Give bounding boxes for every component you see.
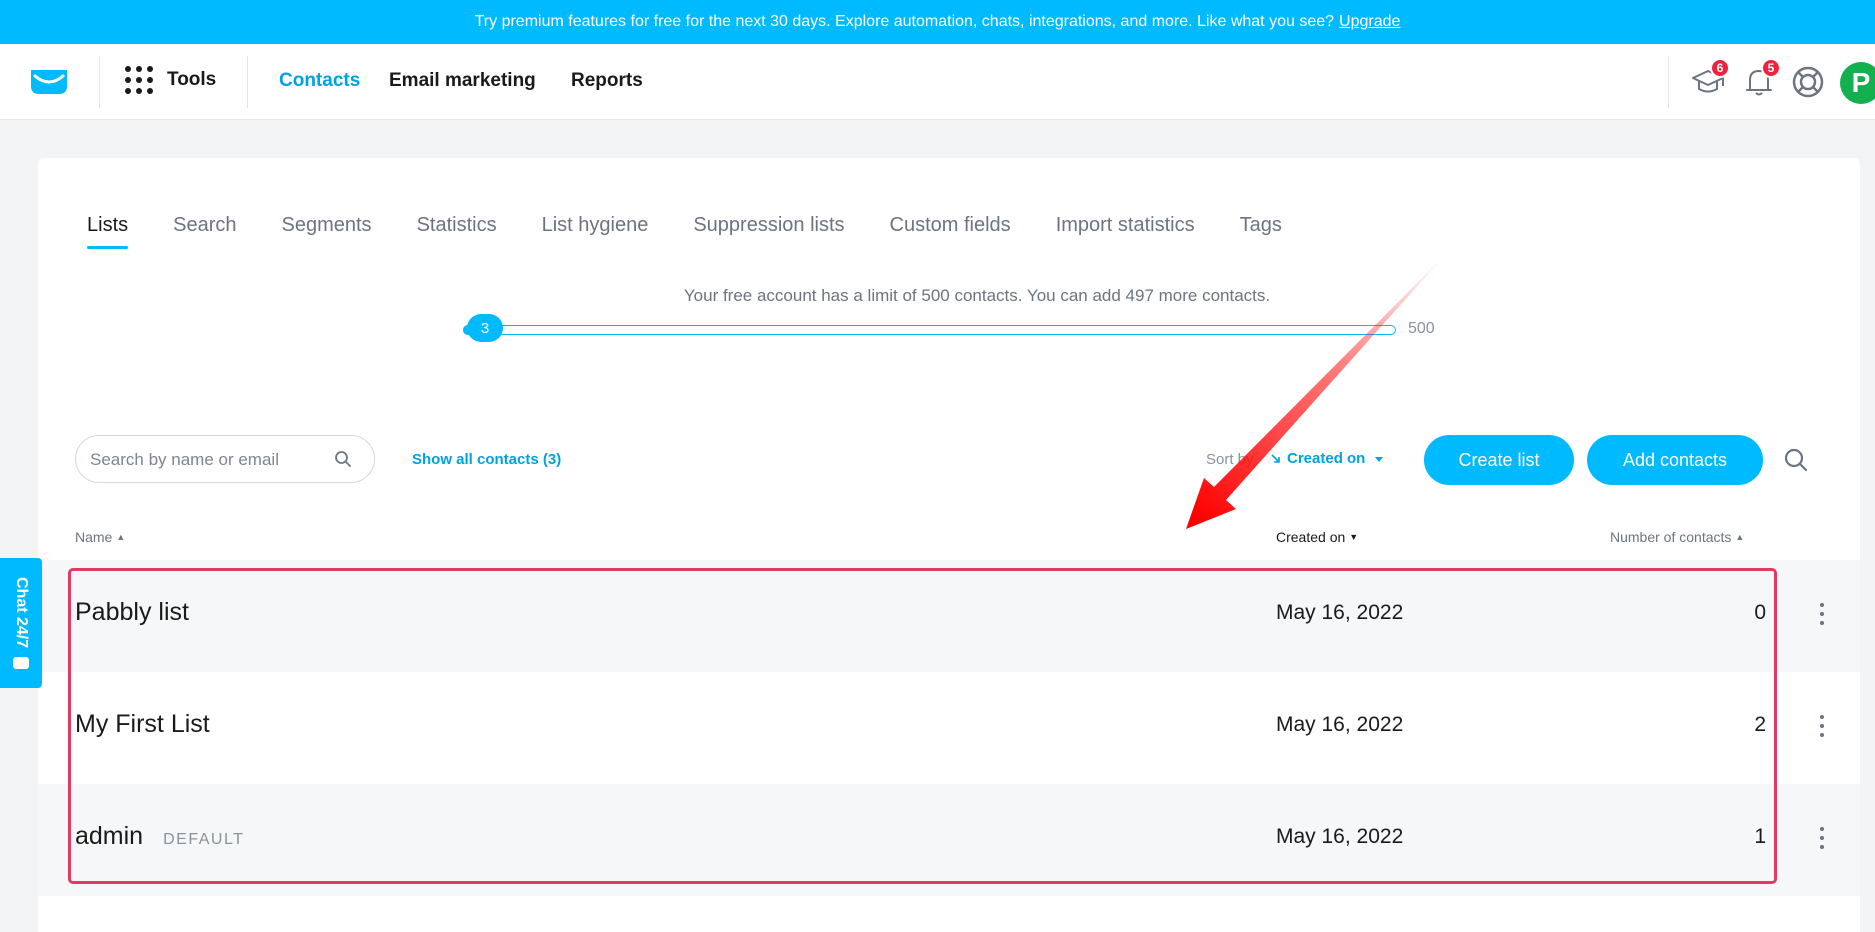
top-navigation: Tools Contacts Email marketing Reports 6… xyxy=(0,44,1875,120)
sort-direction-icon xyxy=(1271,453,1280,463)
nav-divider xyxy=(99,56,100,108)
nav-divider xyxy=(1668,56,1669,108)
chevron-down-icon xyxy=(1375,456,1384,462)
upgrade-link[interactable]: Upgrade xyxy=(1339,13,1400,31)
column-header-count[interactable]: Number of contacts ▲ xyxy=(1610,529,1744,545)
sort-up-icon: ▲ xyxy=(116,532,126,542)
nav-divider xyxy=(247,56,248,108)
table-row[interactable]: Pabbly list May 16, 2022 0 xyxy=(38,560,1860,672)
tab-search[interactable]: Search xyxy=(173,214,236,249)
nav-email-marketing[interactable]: Email marketing xyxy=(389,70,536,92)
tab-list-hygiene[interactable]: List hygiene xyxy=(542,214,649,249)
table-row[interactable]: My First List May 16, 2022 2 xyxy=(38,672,1860,784)
column-header-count-label: Number of contacts xyxy=(1610,529,1732,545)
contacts-card: Lists Search Segments Statistics List hy… xyxy=(38,158,1860,932)
promo-banner: Try premium features for free for the ne… xyxy=(0,0,1875,44)
list-name[interactable]: Pabbly list xyxy=(75,598,189,627)
academy-badge: 6 xyxy=(1710,58,1730,78)
create-list-button[interactable]: Create list xyxy=(1424,435,1574,485)
contacts-tabs: Lists Search Segments Statistics List hy… xyxy=(87,214,1327,249)
list-created-date: May 16, 2022 xyxy=(1276,825,1404,848)
tab-statistics[interactable]: Statistics xyxy=(417,214,497,249)
search-icon[interactable] xyxy=(1782,446,1810,474)
contact-limit-meter: 3 xyxy=(463,314,1396,342)
user-avatar[interactable]: P xyxy=(1840,62,1875,104)
chat-bubble-icon xyxy=(13,656,29,669)
meter-track xyxy=(463,325,1396,335)
row-menu-icon[interactable] xyxy=(1818,712,1826,740)
meter-max-value: 500 xyxy=(1408,320,1435,337)
list-name[interactable]: admin DEFAULT xyxy=(75,822,244,851)
list-search-input[interactable] xyxy=(90,448,320,472)
tab-lists[interactable]: Lists xyxy=(87,214,129,249)
sort-value-label: Created on xyxy=(1287,450,1366,467)
tools-menu[interactable]: Tools xyxy=(125,66,216,94)
table-row[interactable]: admin DEFAULT May 16, 2022 1 xyxy=(38,784,1860,896)
notifications-button[interactable]: 5 xyxy=(1741,58,1781,100)
getresponse-logo-icon[interactable] xyxy=(29,68,69,96)
list-contact-count: 0 xyxy=(1754,601,1766,624)
row-menu-icon[interactable] xyxy=(1818,824,1826,852)
tab-suppression-lists[interactable]: Suppression lists xyxy=(693,214,844,249)
search-icon[interactable] xyxy=(334,450,352,468)
list-search-box xyxy=(75,435,375,483)
list-name-label: My First List xyxy=(75,710,210,738)
sort-down-icon: ▼ xyxy=(1349,532,1359,542)
nav-contacts[interactable]: Contacts xyxy=(279,70,360,92)
default-tag: DEFAULT xyxy=(163,831,245,848)
sort-label: Sort by xyxy=(1206,451,1254,468)
academy-button[interactable]: 6 xyxy=(1690,58,1730,100)
tab-segments[interactable]: Segments xyxy=(282,214,372,249)
show-all-contacts-link[interactable]: Show all contacts (3) xyxy=(412,451,561,468)
chat-247-tab[interactable]: Chat 24/7 xyxy=(0,558,42,688)
list-created-date: May 16, 2022 xyxy=(1276,601,1404,624)
list-name[interactable]: My First List xyxy=(75,710,210,739)
contact-limit-text: Your free account has a limit of 500 con… xyxy=(683,286,1271,305)
column-header-name[interactable]: Name ▲ xyxy=(75,529,125,545)
column-header-created-label: Created on xyxy=(1276,529,1346,545)
tab-tags[interactable]: Tags xyxy=(1240,214,1282,249)
list-contact-count: 2 xyxy=(1754,713,1766,736)
promo-text: Try premium features for free for the ne… xyxy=(474,13,1335,30)
tab-custom-fields[interactable]: Custom fields xyxy=(890,214,1011,249)
column-header-created[interactable]: Created on ▼ xyxy=(1276,529,1358,545)
lifebuoy-icon xyxy=(1792,66,1824,98)
list-created-date: May 16, 2022 xyxy=(1276,713,1404,736)
chat-label: Chat 24/7 xyxy=(13,577,30,649)
column-header-name-label: Name xyxy=(75,529,113,545)
list-contact-count: 1 xyxy=(1754,825,1766,848)
help-button[interactable] xyxy=(1790,64,1826,100)
tab-import-statistics[interactable]: Import statistics xyxy=(1056,214,1195,249)
sort-up-icon: ▲ xyxy=(1735,532,1745,542)
sort-dropdown[interactable]: Created on xyxy=(1270,450,1385,467)
row-menu-icon[interactable] xyxy=(1818,600,1826,628)
add-contacts-button[interactable]: Add contacts xyxy=(1587,435,1763,485)
apps-grid-icon xyxy=(125,66,153,94)
list-name-label: Pabbly list xyxy=(75,598,189,626)
nav-reports[interactable]: Reports xyxy=(571,70,643,92)
tools-label: Tools xyxy=(167,69,217,90)
list-name-label: admin xyxy=(75,822,144,850)
notifications-badge: 5 xyxy=(1761,58,1781,78)
meter-current-value: 3 xyxy=(467,314,503,342)
